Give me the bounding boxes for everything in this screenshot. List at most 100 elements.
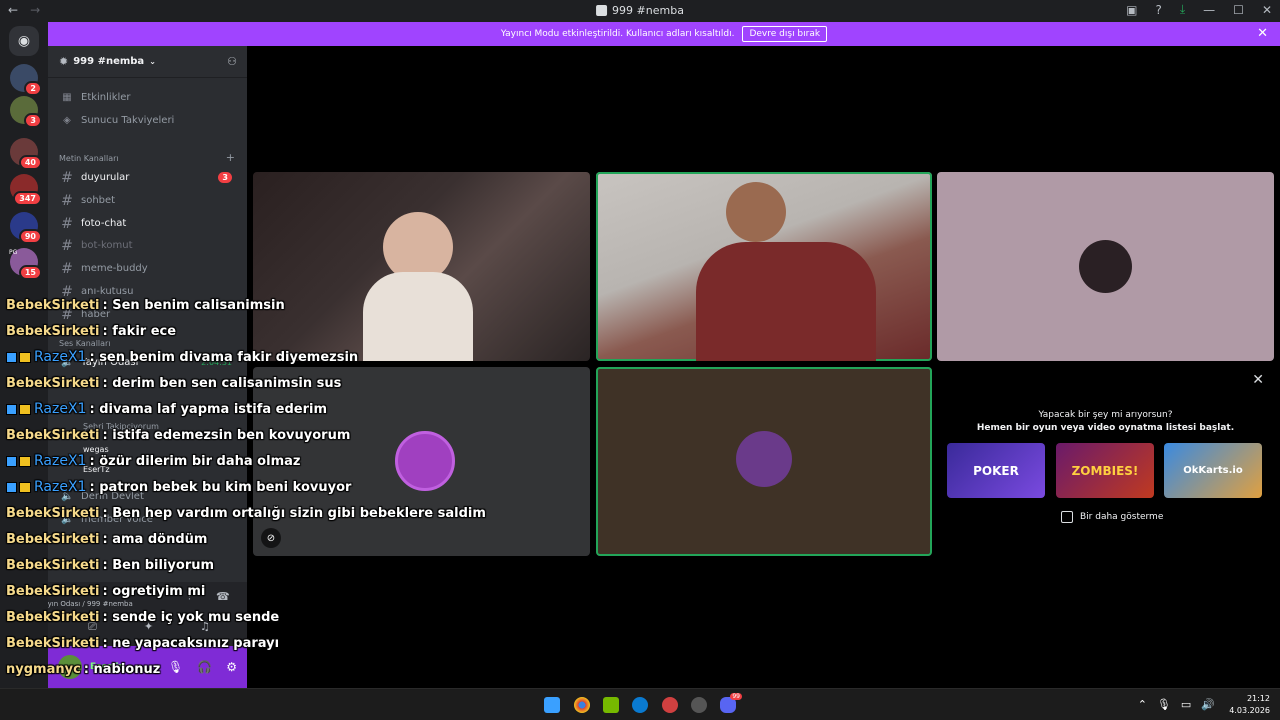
game-poker[interactable]: POKER (947, 443, 1045, 498)
headphones-icon[interactable]: 🎧 (197, 660, 212, 674)
chat-username: BebekSirketi (6, 557, 100, 573)
add-channel-icon[interactable]: + (226, 151, 235, 164)
speaker-icon[interactable]: 🔊 (1201, 698, 1215, 711)
badge-icon (6, 481, 17, 493)
disable-streamer-mode-button[interactable]: Devre dışı bırak (742, 26, 828, 42)
chat-username: RazeX1 (34, 401, 87, 417)
participant-tile[interactable] (596, 367, 932, 556)
microphone-icon[interactable]: 🎙 (1157, 698, 1171, 711)
close-icon[interactable]: ✕ (1252, 372, 1264, 388)
back-arrow-icon[interactable]: ← (8, 3, 18, 17)
guild-icon[interactable]: 2 (10, 64, 42, 96)
start-icon[interactable] (544, 697, 560, 713)
hash-icon: # (61, 237, 73, 254)
taskbar: 99 ⌃ 🎙 ▭ 🔊 21:12 4.03.2026 (0, 688, 1280, 720)
minimize-icon[interactable]: — (1203, 3, 1215, 17)
webcam-person (726, 182, 786, 242)
microphone-icon[interactable]: 🎙 (168, 660, 183, 674)
voice-stage: ⊘ ✕ Yapacak bir şey mi arıyorsun? Hemen … (247, 46, 1280, 688)
video-tile[interactable] (253, 172, 590, 361)
chat-text: : Ben biliyorum (102, 557, 215, 573)
chat-message: BebekSirketi: ne yapacaksınız parayı (6, 630, 279, 656)
close-icon[interactable]: ✕ (1257, 26, 1268, 41)
chat-username: BebekSirketi (6, 505, 100, 521)
chrome-icon[interactable] (574, 697, 590, 713)
chat-username: BebekSirketi (6, 323, 100, 339)
boosts-item[interactable]: ◈ Sunucu Takviyeleri (56, 110, 240, 131)
disconnect-icon[interactable]: ☎ (216, 590, 230, 603)
chat-text: : istifa edemezsin ben kovuyorum (102, 427, 351, 443)
guild-icon[interactable]: 90 (10, 212, 42, 244)
system-tray: ⌃ 🎙 ▭ 🔊 (1138, 698, 1215, 711)
crown-icon (19, 481, 31, 493)
app-icon[interactable] (691, 697, 707, 713)
participant-tile[interactable] (937, 172, 1274, 361)
events-label: Etkinlikler (81, 92, 131, 103)
channel-label: bot-komut (81, 240, 133, 251)
discord-home-icon[interactable]: ◉ (9, 26, 39, 56)
guild-icon[interactable]: 40 (10, 138, 42, 170)
chat-message: BebekSirketi: ama döndüm (6, 526, 207, 552)
close-icon[interactable]: ✕ (1262, 3, 1272, 17)
channel-bot-komut[interactable]: # bot-komut (56, 235, 240, 256)
badge-icon (6, 403, 17, 415)
chat-username: RazeX1 (34, 453, 87, 469)
chat-username: BebekSirketi (6, 375, 100, 391)
server-header[interactable]: ✹ 999 #nemba ⌄ ⚇ (48, 46, 247, 78)
chevron-down-icon: ⌄ (149, 57, 156, 66)
channel-duyurular[interactable]: # duyurular 3 (56, 167, 240, 188)
chevron-up-icon[interactable]: ⌃ (1138, 698, 1147, 711)
chat-message: BebekSirketi: Sen benim calisanimsin (6, 292, 285, 318)
help-icon[interactable]: ? (1155, 3, 1161, 17)
chat-message: RazeX1: divama laf yapma istifa ederim (6, 396, 327, 422)
chat-username: BebekSirketi (6, 635, 100, 651)
chat-username: BebekSirketi (6, 297, 100, 313)
guild-icon[interactable]: 347 (10, 174, 42, 206)
game-label: POKER (973, 463, 1019, 478)
guild-icon[interactable]: PG 15 (9, 248, 42, 280)
channel-meme-buddy[interactable]: # meme-buddy (56, 258, 240, 279)
channel-label: meme-buddy (81, 263, 148, 274)
dont-show-checkbox[interactable]: Bir daha gösterme (1061, 511, 1163, 523)
clock-date: 4.03.2026 (1229, 706, 1270, 715)
events-item[interactable]: ▦ Etkinlikler (56, 87, 240, 108)
guild-badge: 3 (24, 113, 42, 128)
chrome-icon[interactable] (662, 697, 678, 713)
edge-icon[interactable] (632, 697, 648, 713)
inbox-icon[interactable]: ▣ (1126, 3, 1137, 17)
streamer-mode-banner: Yayıncı Modu etkinleştirildi. Kullanıcı … (48, 22, 1280, 46)
boost-icon: ◈ (63, 115, 71, 126)
gear-icon[interactable]: ⚙ (226, 660, 237, 674)
download-icon[interactable]: ⤓ (1180, 2, 1185, 17)
video-tile[interactable] (596, 172, 932, 361)
guild-badge: 40 (18, 155, 42, 170)
text-channels-category[interactable]: Metin Kanalları (59, 154, 119, 163)
chat-text: : fakir ece (102, 323, 177, 339)
chat-username: RazeX1 (34, 349, 87, 365)
chat-message: RazeX1: özür dilerim bir daha olmaz (6, 448, 300, 474)
guild-icon[interactable]: 3 (10, 96, 42, 128)
discord-badge: 99 (730, 693, 742, 700)
chat-message: RazeX1: sen benim divama fakir diyemezsi… (6, 344, 358, 370)
channel-sohbet[interactable]: # sohbet (56, 190, 240, 211)
chat-message: BebekSirketi: fakir ece (6, 318, 176, 344)
badge-icon (6, 455, 17, 467)
hash-icon: # (61, 169, 73, 186)
chat-text: : özür dilerim bir daha olmaz (89, 453, 301, 469)
clock[interactable]: 21:12 4.03.2026 (1229, 693, 1270, 717)
channel-foto-chat[interactable]: # foto-chat (56, 213, 240, 234)
game-zombies[interactable]: ZOMBIES! (1056, 443, 1154, 498)
display-icon[interactable]: ▭ (1181, 698, 1191, 711)
invite-people-icon[interactable]: ⚇ (227, 55, 237, 68)
chat-message: BebekSirketi: sende iç yok mu sende (6, 604, 279, 630)
game-karts[interactable]: OkKarts.io (1164, 443, 1262, 498)
chat-text: : nabionuz (83, 661, 161, 677)
forward-arrow-icon[interactable]: → (30, 3, 40, 17)
discord-icon[interactable]: 99 (720, 693, 742, 713)
boosts-label: Sunucu Takviyeleri (81, 115, 175, 126)
maximize-icon[interactable]: ☐ (1233, 3, 1244, 17)
nvidia-icon[interactable] (603, 697, 619, 713)
checkbox-icon[interactable] (1061, 511, 1073, 523)
activity-heading: Yapacak bir şey mi arıyorsun? (1038, 410, 1173, 420)
guild-badge: 90 (18, 229, 42, 244)
